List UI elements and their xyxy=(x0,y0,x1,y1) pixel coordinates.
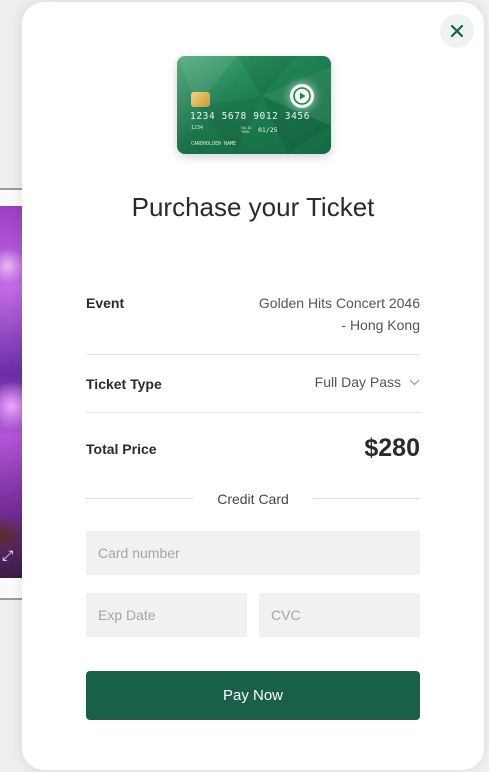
card-number-input[interactable] xyxy=(86,531,420,575)
total-price-label: Total Price xyxy=(86,441,157,457)
event-value-line1: Golden Hits Concert 2046 xyxy=(258,295,420,311)
card-valid-label: VALID THRU xyxy=(241,126,252,134)
card-number-display: 1234 5678 9012 3456 xyxy=(190,111,311,122)
purchase-ticket-modal: 1234 5678 9012 3456 1234 VALID THRU 01/2… xyxy=(22,2,484,770)
card-logo xyxy=(290,84,314,108)
play-icon xyxy=(293,87,311,105)
credit-card-divider-right xyxy=(313,498,420,499)
background-event-image xyxy=(0,206,22,578)
card-small-number: 1234 xyxy=(191,125,204,131)
card-chip xyxy=(191,92,210,107)
pay-now-button[interactable]: Pay Now xyxy=(86,671,420,720)
modal-title: Purchase your Ticket xyxy=(131,192,375,222)
close-button[interactable] xyxy=(440,14,474,48)
total-price-value: $280 xyxy=(364,434,420,462)
credit-card-illustration: 1234 5678 9012 3456 1234 VALID THRU 01/2… xyxy=(177,56,331,154)
event-value-line2: - Hong Kong xyxy=(341,317,420,333)
ticket-type-label: Ticket Type xyxy=(86,376,162,392)
expand-icon[interactable]: ⤢ xyxy=(2,548,13,562)
exp-date-input[interactable] xyxy=(86,593,247,637)
card-holder-name: CARDHOLDER NAME xyxy=(191,141,237,147)
card-expiry-display: 01/25 xyxy=(258,126,278,134)
event-label: Event xyxy=(86,295,125,311)
divider xyxy=(86,354,420,355)
divider xyxy=(86,412,420,413)
chevron-down-icon xyxy=(409,379,420,385)
close-icon xyxy=(450,24,464,38)
credit-card-heading: Credit Card xyxy=(217,491,289,507)
cvc-input[interactable] xyxy=(259,593,420,637)
event-value: Golden Hits Concert 2046 - Hong Kong xyxy=(259,292,420,336)
ticket-type-select[interactable]: Full Day Pass xyxy=(315,374,420,390)
ticket-type-value: Full Day Pass xyxy=(314,374,401,390)
